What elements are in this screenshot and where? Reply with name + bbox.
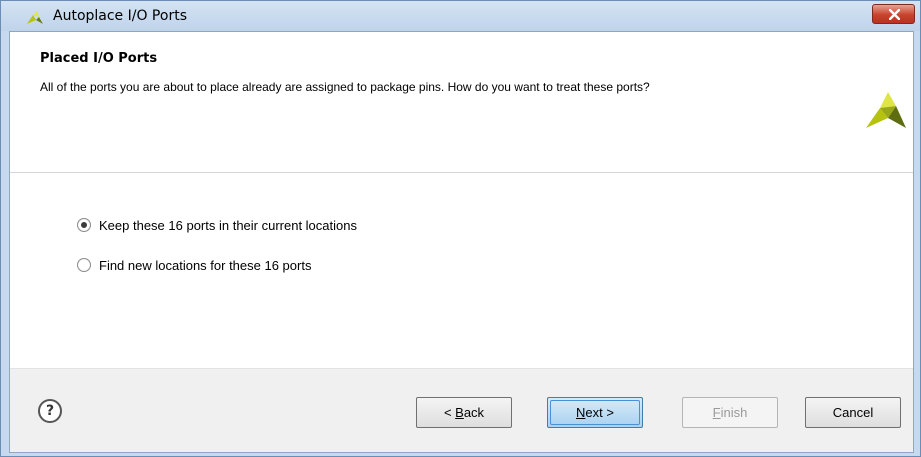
page-description: All of the ports you are about to place … xyxy=(40,80,650,94)
app-logo-icon xyxy=(27,11,43,25)
find-locations-option[interactable]: Find new locations for these 16 ports xyxy=(77,256,311,274)
button-bar: ? < Back Next > Finish Cancel xyxy=(10,368,913,452)
title-bar[interactable]: Autoplace I/O Ports xyxy=(1,1,920,31)
back-label-prefix: < xyxy=(443,405,456,420)
vivado-logo-icon xyxy=(866,90,906,132)
header-divider xyxy=(10,172,913,173)
back-button[interactable]: < Back xyxy=(416,397,512,428)
window-title: Autoplace I/O Ports xyxy=(53,8,187,24)
close-icon xyxy=(889,9,900,20)
finish-label-rest: inish xyxy=(720,405,748,420)
page-title: Placed I/O Ports xyxy=(40,51,158,66)
keep-locations-option[interactable]: Keep these 16 ports in their current loc… xyxy=(77,216,357,234)
help-button[interactable]: ? xyxy=(38,399,62,423)
keep-locations-radio[interactable] xyxy=(77,218,91,232)
find-locations-label[interactable]: Find new locations for these 16 ports xyxy=(99,258,311,273)
dialog-body: Placed I/O Ports All of the ports you ar… xyxy=(9,31,914,453)
wizard-header: Placed I/O Ports All of the ports you ar… xyxy=(10,32,913,172)
close-button[interactable] xyxy=(872,4,915,24)
finish-button[interactable]: Finish xyxy=(682,397,778,428)
back-label-rest: ack xyxy=(463,405,485,420)
keep-locations-label[interactable]: Keep these 16 ports in their current loc… xyxy=(99,218,357,233)
next-button[interactable]: Next > xyxy=(547,397,643,428)
dialog-window: Autoplace I/O Ports Placed I/O Ports All… xyxy=(0,0,921,457)
next-focus-ring xyxy=(550,400,640,425)
cancel-button[interactable]: Cancel xyxy=(805,397,901,428)
finish-label-mnemonic: F xyxy=(712,405,721,420)
back-label-mnemonic: B xyxy=(455,405,464,420)
find-locations-radio[interactable] xyxy=(77,258,91,272)
